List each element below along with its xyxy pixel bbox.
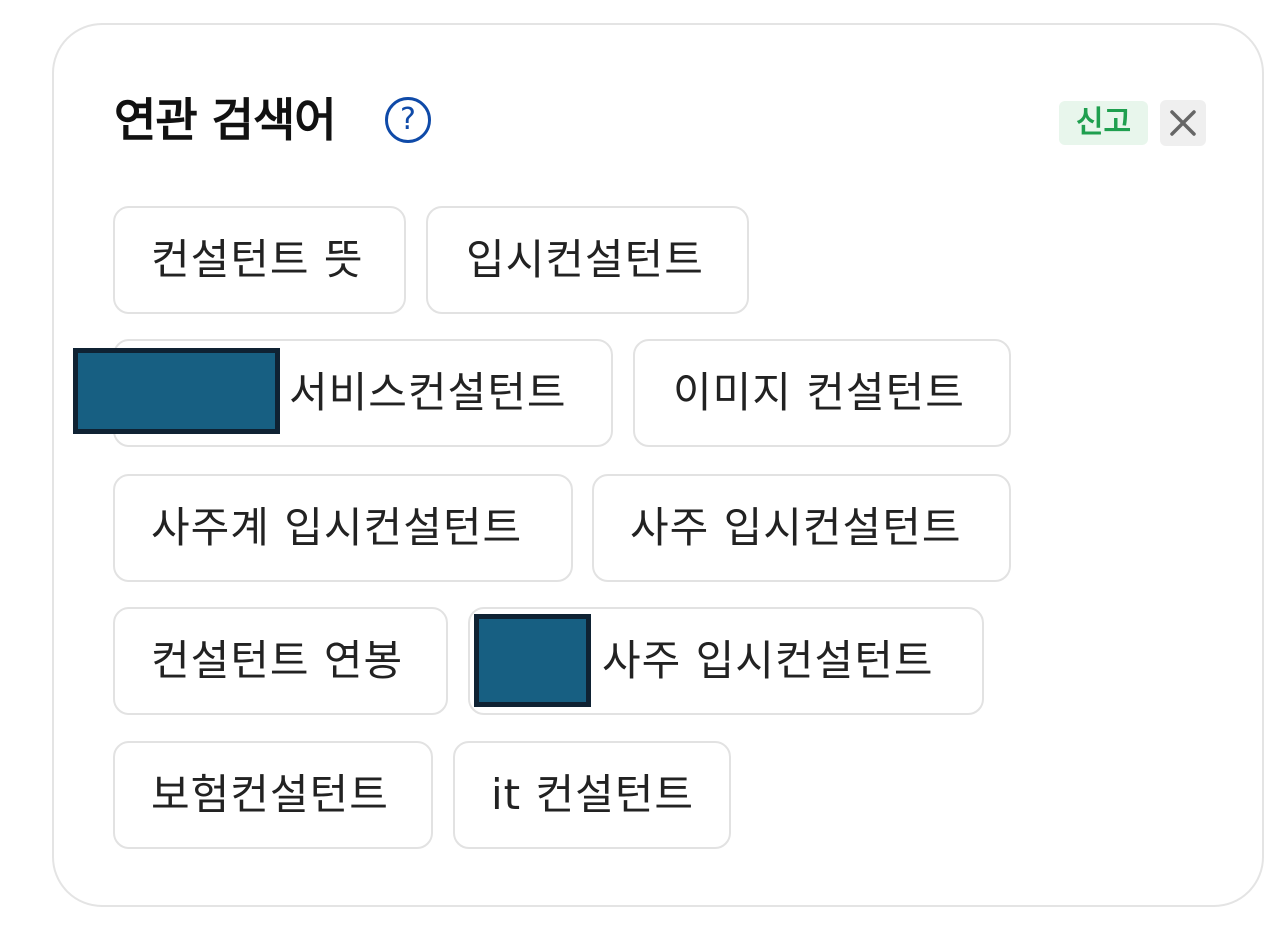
keyword-chip-admissions-consultant[interactable]: 입시컨설턴트: [426, 206, 749, 314]
redacted-region: [73, 348, 280, 434]
keyword-chip-consultant-meaning[interactable]: 컨설턴트 뜻: [113, 206, 406, 314]
report-button[interactable]: 신고: [1059, 101, 1148, 145]
keyword-chip-saju-admissions-consultant-2[interactable]: 사주 입시컨설턴트: [592, 474, 1011, 582]
keyword-chip-label: 보험컨설턴트: [151, 770, 389, 819]
keyword-chip-label: 이미지 컨설턴트: [673, 368, 965, 417]
redacted-region: [474, 614, 591, 707]
keyword-chip-image-consultant[interactable]: 이미지 컨설턴트: [633, 339, 1011, 447]
keyword-chip-label: it 컨설턴트: [491, 770, 695, 819]
keyword-chip-insurance-consultant[interactable]: 보험컨설턴트: [113, 741, 433, 849]
keyword-chip-it-consultant[interactable]: it 컨설턴트: [453, 741, 731, 849]
keyword-chip-saju-admissions-consultant[interactable]: 사주계 입시컨설턴트: [113, 474, 573, 582]
panel-title: 연관 검색어: [114, 93, 337, 147]
keyword-chip-label: 서비스컨설턴트: [289, 368, 567, 417]
keyword-chip-consultant-salary[interactable]: 컨설턴트 연봉: [113, 607, 448, 715]
close-icon: [1170, 110, 1196, 136]
help-icon[interactable]: ?: [385, 97, 431, 143]
keyword-chip-label: 사주 입시컨설턴트: [602, 636, 934, 685]
keyword-chip-label: 컨설턴트 연봉: [151, 636, 404, 685]
close-button[interactable]: [1160, 100, 1206, 146]
keyword-chip-label: 사주 입시컨설턴트: [630, 503, 962, 552]
keyword-chip-label: 컨설턴트 뜻: [151, 235, 364, 284]
keyword-chip-label: 사주계 입시컨설턴트: [151, 503, 523, 552]
keyword-chip-label: 입시컨설턴트: [466, 235, 704, 284]
